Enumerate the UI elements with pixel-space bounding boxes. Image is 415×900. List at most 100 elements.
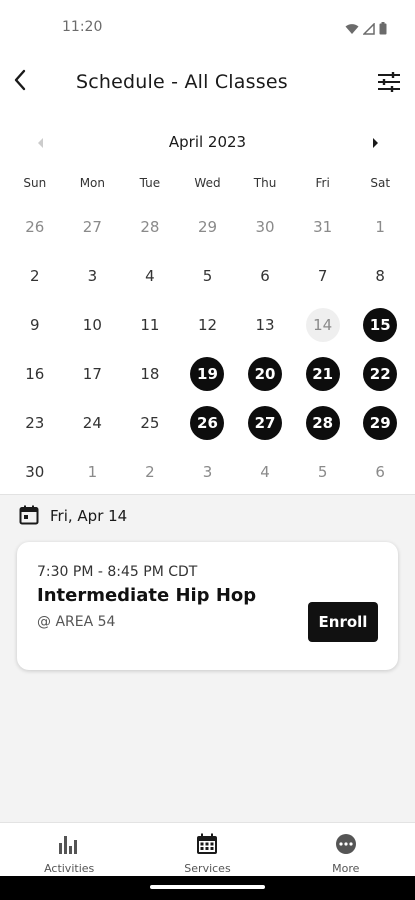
calendar-day[interactable]: 2 — [121, 447, 179, 496]
calendar-day[interactable]: 10 — [64, 300, 122, 349]
home-gesture-handle[interactable] — [150, 885, 265, 889]
calendar-day[interactable]: 1 — [64, 447, 122, 496]
calendar-day-number: 29 — [197, 217, 218, 236]
filter-button[interactable] — [375, 70, 403, 98]
calendar-day[interactable]: 11 — [121, 300, 179, 349]
calendar: April 2023 Sun Mon Tue Wed Thu Fri Sat 2… — [0, 114, 415, 494]
app-bar: Schedule - All Classes — [0, 56, 415, 114]
class-time: 7:30 PM - 8:45 PM CDT — [37, 564, 198, 580]
calendar-day-number: 12 — [197, 315, 218, 334]
calendar-day[interactable]: 17 — [64, 349, 122, 398]
bottom-nav: Activities Services More — [0, 822, 415, 876]
nav-more[interactable]: More — [277, 823, 415, 876]
calendar-day[interactable]: 4 — [121, 251, 179, 300]
calendar-day[interactable]: 29 — [179, 202, 237, 251]
calendar-day-number: 9 — [30, 315, 40, 334]
calendar-day[interactable]: 24 — [64, 398, 122, 447]
calendar-day-number: 28 — [140, 217, 160, 236]
weekday-label: Sat — [370, 176, 391, 190]
back-button[interactable] — [6, 68, 34, 96]
class-card[interactable]: 7:30 PM - 8:45 PM CDT Intermediate Hip H… — [17, 542, 398, 670]
calendar-day-number: 18 — [140, 364, 160, 383]
calendar-day[interactable]: 26 — [6, 202, 64, 251]
weekday-label: Mon — [79, 176, 105, 190]
calendar-day-number: 2 — [145, 462, 155, 481]
calendar-day[interactable]: 2 — [6, 251, 64, 300]
calendar-day-number: 23 — [25, 413, 45, 432]
calendar-day-number: 20 — [248, 356, 283, 391]
calendar-icon — [19, 505, 39, 529]
calendar-day[interactable]: 30 — [6, 447, 64, 496]
enroll-button[interactable]: Enroll — [308, 602, 378, 642]
calendar-day[interactable]: 7 — [294, 251, 352, 300]
calendar-day[interactable]: 28 — [294, 398, 352, 447]
calendar-day[interactable]: 22 — [351, 349, 409, 398]
calendar-day[interactable]: 1 — [351, 202, 409, 251]
calendar-day[interactable]: 3 — [179, 447, 237, 496]
calendar-day[interactable]: 18 — [121, 349, 179, 398]
calendar-day-number: 5 — [202, 266, 213, 285]
calendar-day-number: 1 — [375, 217, 385, 236]
calendar-day[interactable]: 12 — [179, 300, 237, 349]
calendar-day[interactable]: 28 — [121, 202, 179, 251]
chevron-right-icon — [371, 133, 379, 152]
gesture-bar — [0, 876, 415, 900]
calendar-day[interactable]: 5 — [294, 447, 352, 496]
calendar-day[interactable]: 14 — [294, 300, 352, 349]
calendar-day[interactable]: 6 — [351, 447, 409, 496]
calendar-day-number: 30 — [255, 217, 275, 236]
calendar-day[interactable]: 9 — [6, 300, 64, 349]
weekday-header: Sun Mon Tue Wed Thu Fri Sat — [6, 176, 409, 190]
calendar-day[interactable]: 21 — [294, 349, 352, 398]
bar-chart-icon — [58, 833, 80, 859]
signal-icon — [362, 20, 375, 39]
calendar-day[interactable]: 13 — [236, 300, 294, 349]
calendar-day-number: 4 — [260, 462, 270, 481]
calendar-day-number: 26 — [190, 405, 225, 440]
calendar-grid-icon — [196, 833, 218, 859]
calendar-day-number: 16 — [25, 364, 45, 383]
nav-label: Activities — [44, 862, 95, 875]
calendar-day-number: 15 — [363, 307, 398, 342]
filter-sliders-icon — [377, 71, 401, 97]
calendar-day[interactable]: 29 — [351, 398, 409, 447]
page-title: Schedule - All Classes — [76, 71, 288, 93]
calendar-day-number: 26 — [25, 217, 45, 236]
next-month-button[interactable] — [366, 133, 384, 151]
calendar-day[interactable]: 30 — [236, 202, 294, 251]
calendar-day[interactable]: 3 — [64, 251, 122, 300]
calendar-day-number: 19 — [190, 356, 225, 391]
calendar-day[interactable]: 5 — [179, 251, 237, 300]
calendar-day[interactable]: 27 — [64, 202, 122, 251]
calendar-day[interactable]: 23 — [6, 398, 64, 447]
calendar-day-number: 5 — [317, 462, 328, 481]
calendar-day-number: 6 — [375, 462, 385, 481]
calendar-day[interactable]: 19 — [179, 349, 237, 398]
calendar-day[interactable]: 31 — [294, 202, 352, 251]
calendar-day[interactable]: 6 — [236, 251, 294, 300]
calendar-day[interactable]: 25 — [121, 398, 179, 447]
weekday-label: Thu — [253, 176, 277, 190]
calendar-day[interactable]: 20 — [236, 349, 294, 398]
nav-activities[interactable]: Activities — [0, 823, 138, 876]
calendar-day-number: 22 — [363, 356, 398, 391]
calendar-day[interactable]: 4 — [236, 447, 294, 496]
nav-label: Services — [184, 862, 231, 875]
nav-services[interactable]: Services — [138, 823, 276, 876]
calendar-day-number: 13 — [255, 315, 275, 334]
nav-label: More — [332, 862, 360, 875]
class-list: 7:30 PM - 8:45 PM CDT Intermediate Hip H… — [0, 536, 415, 822]
calendar-day-number: 27 — [82, 217, 102, 236]
calendar-day[interactable]: 8 — [351, 251, 409, 300]
calendar-day[interactable]: 27 — [236, 398, 294, 447]
calendar-day[interactable]: 26 — [179, 398, 237, 447]
calendar-day-number: 3 — [87, 266, 98, 285]
calendar-day-number: 21 — [305, 356, 340, 391]
calendar-day[interactable]: 15 — [351, 300, 409, 349]
calendar-day-number: 10 — [82, 315, 102, 334]
calendar-grid: 26 27 28 29 30 31 1 2 3 4 5 6 7 8 9 10 11 12 13 14 15 16 17 18 1… — [6, 202, 409, 496]
status-time: 11:20 — [62, 19, 103, 35]
calendar-day-number: 4 — [145, 266, 155, 285]
class-location: @ AREA 54 — [37, 614, 116, 630]
calendar-day[interactable]: 16 — [6, 349, 64, 398]
